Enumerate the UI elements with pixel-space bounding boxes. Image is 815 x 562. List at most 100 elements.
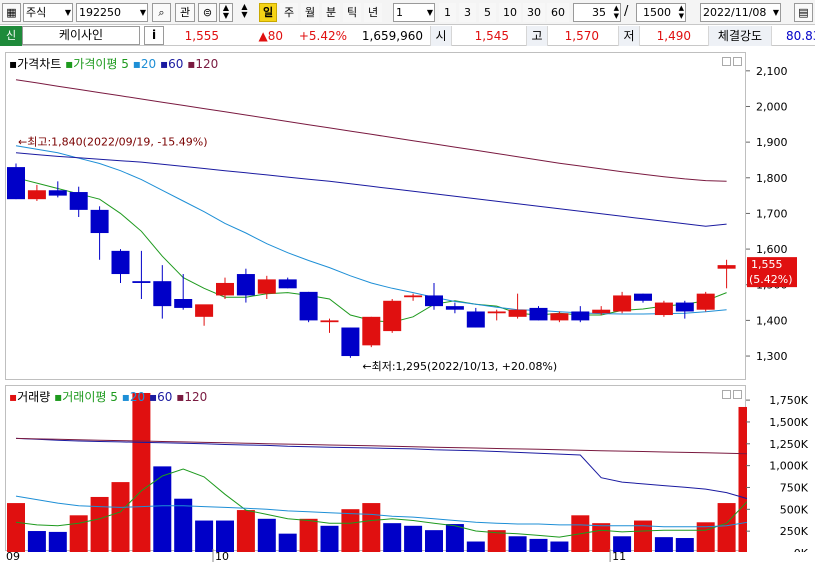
price-tick-label: 1,700 [756,207,788,220]
maximize-icon[interactable] [733,57,742,66]
price-chart-panel[interactable]: ←최고:1,840(2022/09/19, -15.49%) ←최저:1,295(… [5,52,746,380]
updown-spinner-icon[interactable]: ▲ ▼ [219,3,233,22]
interval-60-button[interactable]: 60 [547,3,569,22]
legend-volume-ma-label: 거래이평 [62,390,107,404]
minimize-icon[interactable] [722,390,731,399]
volume-bar [717,503,736,552]
date-axis: 09 10 11 [6,549,626,562]
strength-label: 체결강도 [708,26,772,46]
volume-bar [445,524,464,552]
volume-bar [195,520,214,552]
legend-price-name: 가격차트 [17,57,62,71]
volume-tick-label: 500K [780,503,809,516]
candle-body [90,209,109,234]
candle-body [111,250,130,275]
total-input[interactable]: 1500 ▲ ▼ [636,3,686,22]
volume-chart-panel[interactable]: ▪거래량 ▪거래이평 5 ▪20 ▪60 ▪120 [5,385,747,552]
toolbar: ▦ 주식 ▼ 192250 ▼ ⌕ 관 ⊜ ▲ ▼ ▲ ▼ 일 주 월 분 틱 년 … [0,0,815,25]
legend-marker: ▪ [132,57,141,71]
legend-volume-name: 거래량 [17,390,51,404]
low-price: 1,490 [656,29,691,43]
maximize-icon[interactable] [733,390,742,399]
period-minute-button[interactable]: 분 [322,3,340,22]
code-input[interactable]: 192250 ▼ [76,3,148,22]
candle-body [696,293,715,310]
period-year-button[interactable]: 년 [364,3,382,22]
candle-body [654,302,673,316]
interval-1-button[interactable]: 1 [439,3,456,22]
candle-body [132,281,151,283]
arrow-spinner-icon[interactable]: ▲ ▼ [238,3,251,22]
interval-10-button[interactable]: 10 [499,3,521,22]
interval-30-button[interactable]: 30 [523,3,545,22]
date-tick-label: 10 [215,550,229,562]
candle-body [550,313,569,321]
chevron-down-icon: ▼ [139,8,146,17]
legend-price-ma20: 20 [140,57,157,71]
period-month-button[interactable]: 월 [301,3,319,22]
calendar-icon[interactable]: ▤ [794,3,813,22]
kwan-button[interactable]: 관 [175,3,195,22]
legend-volume-ma120: 120 [184,390,208,404]
credit-badge: 신 [0,26,22,46]
volume-legend: ▪거래량 ▪거래이평 5 ▪20 ▪60 ▪120 [9,388,207,405]
candle-body [299,291,318,321]
candle-body [153,281,172,307]
interval-select[interactable]: 1 ▼ [393,3,435,22]
price-tick-label: 1,600 [756,243,788,256]
count-input[interactable]: 35 ▲ ▼ [573,3,621,22]
date-tick-label: 09 [6,550,20,562]
date-input[interactable]: 2022/11/08 ▼ [700,3,781,22]
volume-chart[interactable] [6,386,747,552]
volume-tick-label: 750K [780,481,809,494]
volume-bar [90,496,109,552]
period-week-button[interactable]: 주 [280,3,298,22]
candle-body [592,309,611,314]
trade-strength: 80.83 [786,29,815,43]
legend-price-ma-label: 가격이평 [73,57,118,71]
market-select[interactable]: 주식 ▼ [23,3,73,22]
market-select-value: 주식 [26,6,47,19]
candle-body [675,302,694,312]
volume-tick-label: 250K [780,525,809,538]
volume-tick-label: 1,500K [769,416,808,429]
legend-marker: ▪ [9,390,18,404]
volume-bar [7,503,25,552]
period-tick-button[interactable]: 틱 [343,3,361,22]
legend-price-ma120: 120 [195,57,219,71]
legend-marker: ▪ [54,390,63,404]
volume-panel-buttons [720,389,742,402]
volume-ma120-line [15,437,747,455]
candle-body [445,306,464,310]
settings-icon[interactable]: ⊜ [198,3,217,22]
minimize-icon[interactable] [722,57,731,66]
candle-body [487,311,506,314]
high-annotation: ←최고:1,840(2022/09/19, -15.49%) [18,136,208,149]
interval-select-value: 1 [396,6,403,19]
high-label: 고 [526,26,548,46]
legend-price-ma60: 60 [168,57,184,71]
count-input-value: 35 [592,6,606,19]
grid-icon[interactable]: ▦ [2,3,21,22]
interval-5-button[interactable]: 5 [479,3,496,22]
volume-bar [236,510,255,552]
trade-volume: 1,659,960 [361,29,423,43]
info-button[interactable]: i [144,26,164,45]
candle-body [216,282,234,296]
search-icon[interactable]: ⌕ [152,3,171,22]
open-label: 시 [430,26,452,46]
current-price: 1,555 [184,29,219,43]
updown-spinner-icon: ▲ ▼ [678,4,684,20]
candle-body [7,167,25,200]
interval-3-button[interactable]: 3 [459,3,476,22]
stock-name[interactable]: 케이사인 [22,26,140,45]
period-day-button[interactable]: 일 [259,3,277,22]
legend-price-ma5: 5 [121,57,129,71]
legend-volume-ma60: 60 [157,390,173,404]
volume-tick-label: 0K [794,547,809,552]
volume-tick-label: 1,250K [769,438,808,451]
price-chart[interactable]: ←최고:1,840(2022/09/19, -15.49%) ←최저:1,295(… [6,53,747,381]
price-tick-label: 2,000 [756,100,788,113]
current-change-label: (5.42%) [749,273,793,286]
candle-body [717,265,736,269]
